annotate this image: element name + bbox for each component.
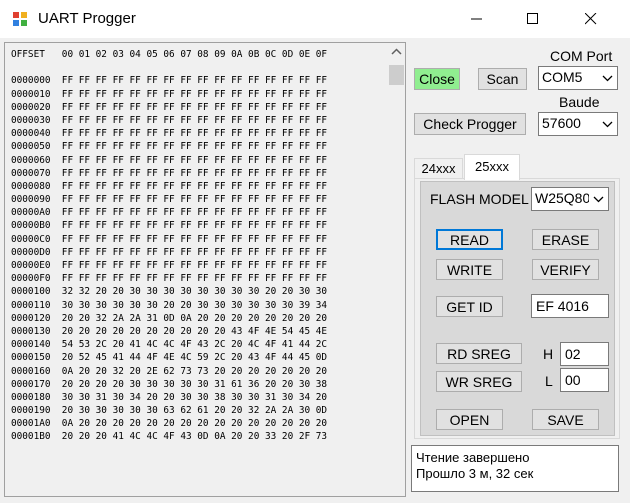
open-button[interactable]: OPEN [436,409,503,430]
hex-row: 00000D0 FF FF FF FF FF FF FF FF FF FF FF… [11,246,328,258]
tab-24xxx[interactable]: 24xxx [414,158,463,178]
check-progger-button[interactable]: Check Progger [414,113,526,135]
scroll-up-button[interactable] [387,43,405,61]
read-button[interactable]: READ [436,229,503,250]
hex-row: 0000140 54 53 2C 20 41 4C 4C 4F 43 2C 20… [11,339,328,351]
com-port-label: COM Port [550,48,613,64]
hex-row: 00000E0 FF FF FF FF FF FF FF FF FF FF FF… [11,260,328,271]
status-line-1: Чтение завершено [416,450,530,465]
chevron-down-icon [593,196,604,203]
hex-row: 0000180 30 30 31 30 34 20 20 30 30 38 30… [11,391,328,403]
hex-view[interactable]: OFFSET 00 01 02 03 04 05 06 07 08 09 0A … [4,42,406,497]
hex-row: 00000F0 FF FF FF FF FF FF FF FF FF FF FF… [11,273,328,285]
hex-row: 0000050 FF FF FF FF FF FF FF FF FF FF FF… [11,141,328,153]
chevron-up-icon [391,48,402,55]
rd-sreg-button[interactable]: RD SREG [436,343,522,364]
status-line-2: Прошло 3 м, 32 сек [416,466,534,481]
com-port-select[interactable]: COM5 [538,66,618,90]
tab-25xxx[interactable]: 25xxx [464,154,520,180]
chevron-down-icon [602,121,613,128]
hex-row: 0000130 20 20 20 20 20 20 20 20 20 20 43… [11,325,328,337]
minimize-button[interactable] [454,0,500,38]
hex-row: 00000A0 FF FF FF FF FF FF FF FF FF FF FF… [11,207,328,219]
scroll-thumb[interactable] [389,65,404,85]
minimize-icon [471,18,482,20]
hex-row: 0000020 FF FF FF FF FF FF FF FF FF FF FF… [11,101,328,113]
flash-model-select[interactable]: W25Q80 [531,187,609,211]
chevron-down-icon [602,75,613,82]
erase-button[interactable]: ERASE [532,229,599,250]
hex-row: 0000080 FF FF FF FF FF FF FF FF FF FF FF… [11,180,328,192]
verify-button[interactable]: VERIFY [532,259,599,280]
title-bar: UART Progger [0,0,630,38]
baud-select[interactable]: 57600 [538,112,618,136]
save-button[interactable]: SAVE [532,409,599,430]
baud-value: 57600 [542,115,581,131]
hex-row: 0000160 0A 20 20 32 20 2E 62 73 73 20 20… [11,365,328,377]
id-field[interactable]: EF 4016 [531,294,609,318]
hex-row [11,61,327,74]
com-port-value: COM5 [542,69,583,85]
hex-row: 00000C0 FF FF FF FF FF FF FF FF FF FF FF… [11,233,328,245]
app-icon [13,12,27,26]
hex-row: 0000070 FF FF FF FF FF FF FF FF FF FF FF… [11,167,328,179]
write-button[interactable]: WRITE [436,259,503,280]
flash-model-label: FLASH MODEL [430,191,529,207]
l-register-field[interactable]: 00 [560,368,609,392]
maximize-button[interactable] [510,0,556,38]
window-title: UART Progger [38,10,136,27]
maximize-icon [527,13,538,24]
hex-row: 0000150 20 52 45 41 44 4F 4E 4C 59 2C 20… [11,352,328,364]
hex-lines: OFFSET 00 01 02 03 04 05 06 07 08 09 0A … [11,48,327,444]
hex-row: 0000120 20 20 32 2A 2A 31 0D 0A 20 20 20… [11,312,328,324]
hex-row: 0000090 FF FF FF FF FF FF FF FF FF FF FF… [11,194,328,206]
hex-row: 0000190 20 30 30 30 30 30 63 62 61 20 20… [11,405,328,417]
scan-button[interactable]: Scan [478,68,527,90]
hex-row: 0000100 32 32 20 20 30 30 30 30 30 30 30… [11,286,328,298]
hex-row: 0000030 FF FF FF FF FF FF FF FF FF FF FF… [11,114,328,126]
hex-row: 0000170 20 20 20 20 30 30 30 30 30 31 61… [11,378,328,390]
hex-row: 0000010 FF FF FF FF FF FF FF FF FF FF FF… [11,88,328,100]
flash-model-value: W25Q80 [535,190,589,206]
hex-header-row: OFFSET 00 01 02 03 04 05 06 07 08 09 0A … [11,49,328,60]
close-icon [585,13,597,25]
h-register-field[interactable]: 02 [560,342,609,366]
baud-label: Baude [559,94,600,110]
h-label: H [543,346,554,362]
hex-row: 0000000 FF FF FF FF FF FF FF FF FF FF FF… [11,75,328,87]
hex-row: 00000B0 FF FF FF FF FF FF FF FF FF FF FF… [11,220,328,232]
close-window-button[interactable] [568,0,614,38]
hex-row: 00001B0 20 20 20 41 4C 4C 4F 43 0D 0A 20… [11,431,328,443]
hex-row: 0000110 30 30 30 30 30 30 20 20 30 30 30… [11,299,328,311]
wr-sreg-button[interactable]: WR SREG [436,371,522,392]
l-label: L [545,373,553,389]
hex-row: 0000060 FF FF FF FF FF FF FF FF FF FF FF… [11,154,328,166]
close-port-button[interactable]: Close [414,68,460,90]
status-box: Чтение завершено Прошло 3 м, 32 сек [411,445,619,492]
hex-row: 0000040 FF FF FF FF FF FF FF FF FF FF FF… [11,128,328,140]
vertical-scrollbar[interactable] [387,43,405,496]
hex-row: 00001A0 0A 20 20 20 20 20 20 20 20 20 20… [11,418,328,430]
get-id-button[interactable]: GET ID [436,296,503,317]
